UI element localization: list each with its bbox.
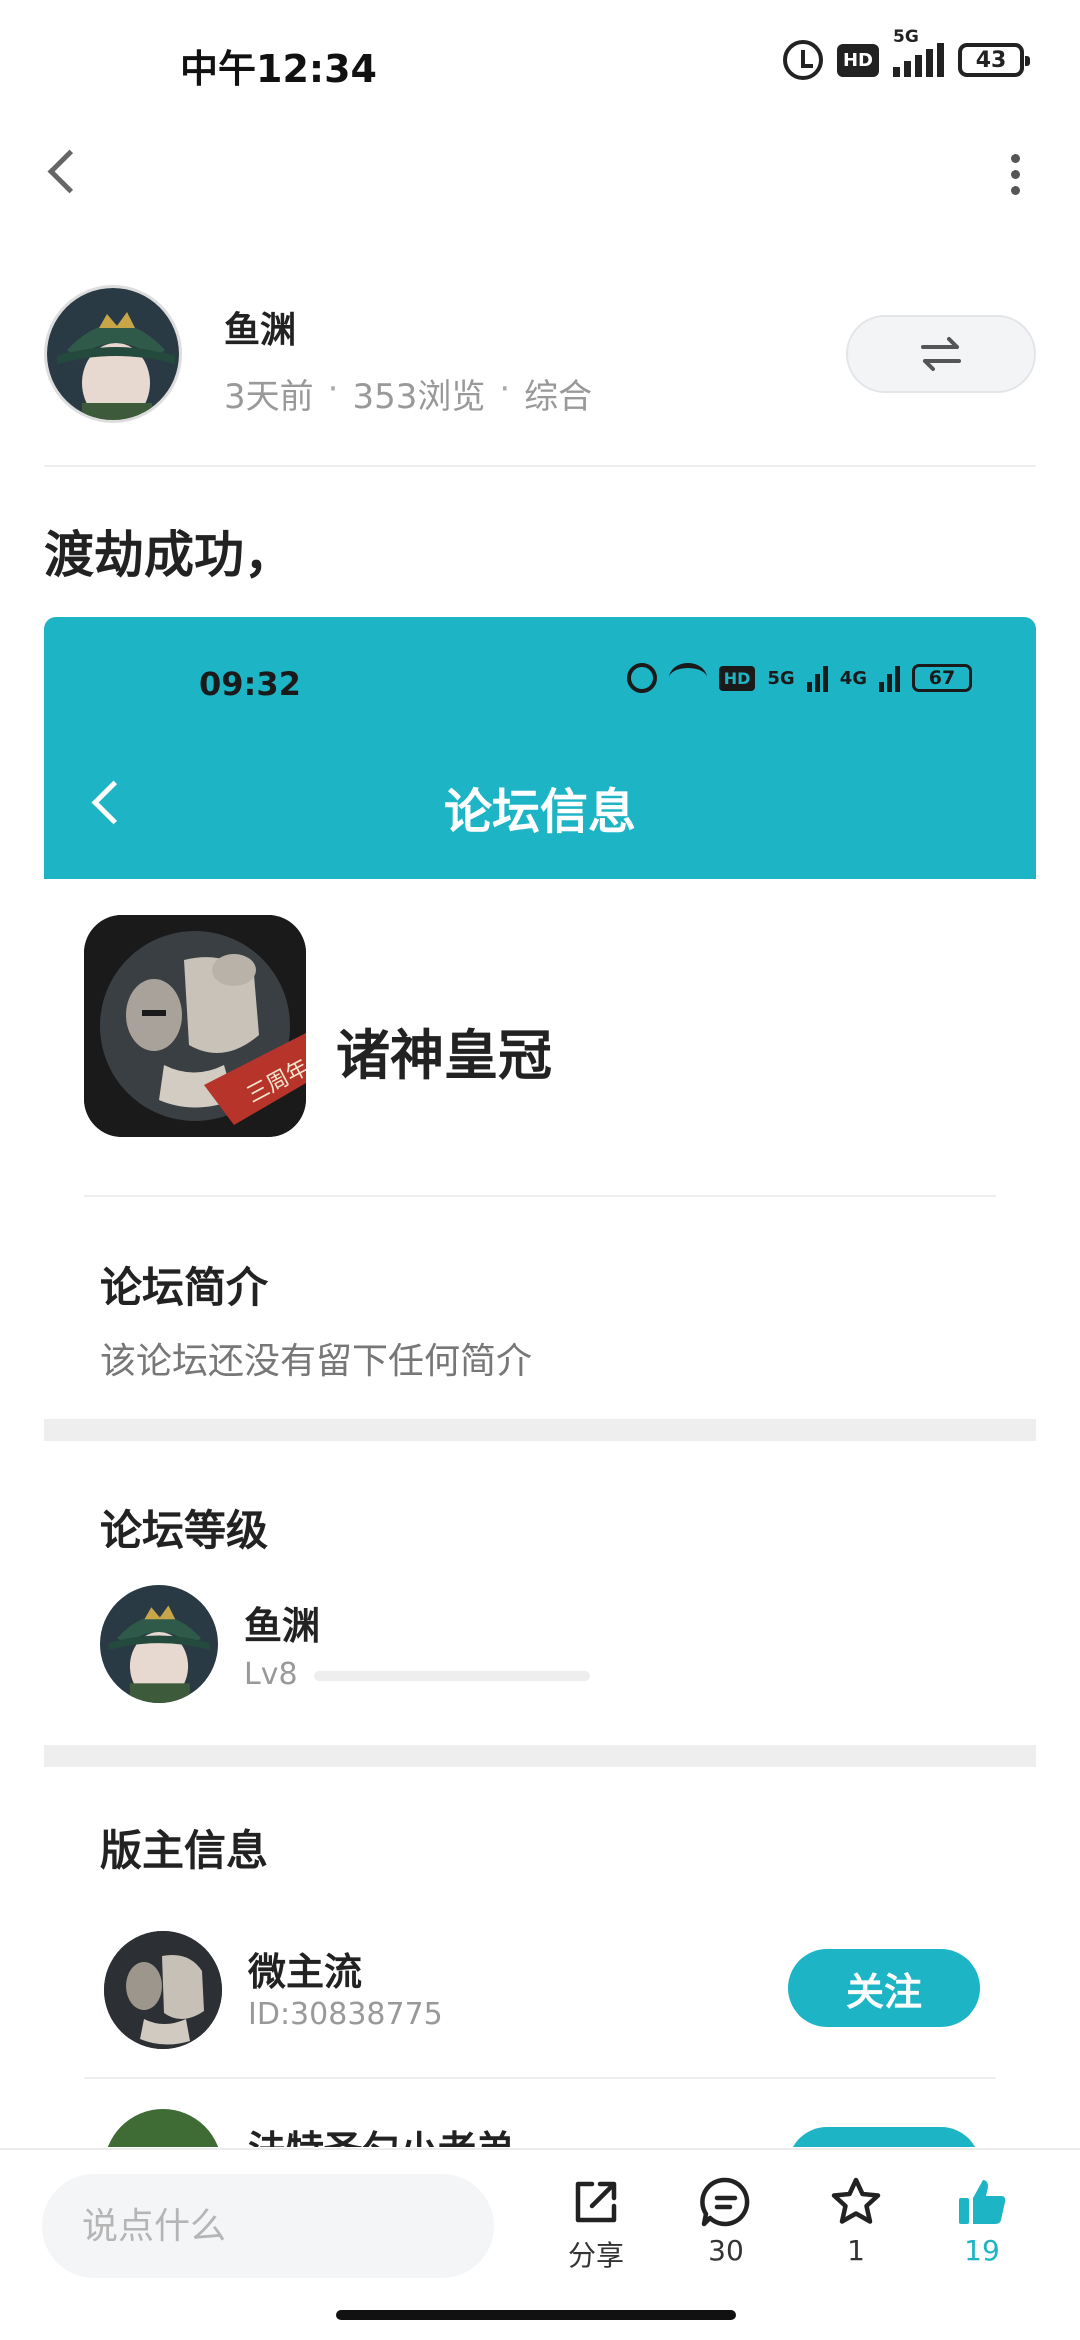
author-header: 鱼渊 3天前 · 353浏览 · 综合 <box>44 285 1036 425</box>
status-time: 中午12:34 <box>180 47 377 91</box>
level-title: 论坛等级 <box>100 1506 269 1555</box>
follow-button: 关注 <box>788 2127 980 2147</box>
meta-separator: · <box>499 369 511 409</box>
hd-badge: HD <box>718 665 756 691</box>
embedded-status-time: 09:32 <box>199 665 301 703</box>
divider <box>44 465 1036 467</box>
thumbs-up-icon <box>959 2180 1006 2224</box>
post-title: 渡劫成功， <box>44 526 294 584</box>
share-button[interactable]: 分享 <box>546 2174 646 2284</box>
home-indicator[interactable] <box>336 2310 736 2320</box>
like-button[interactable]: 19 <box>932 2174 1032 2284</box>
moderator-name: 微主流 <box>248 1950 363 1994</box>
embedded-title: 论坛信息 <box>443 784 636 840</box>
moderator-avatar <box>104 1931 222 2049</box>
divider <box>84 2077 996 2079</box>
star-icon <box>831 2177 881 2224</box>
more-icon[interactable] <box>990 144 1040 204</box>
post-views: 353浏览 <box>352 377 486 417</box>
comment-input[interactable] <box>42 2174 494 2278</box>
swap-button[interactable] <box>846 315 1036 393</box>
battery-indicator: 67 <box>912 664 972 692</box>
status-bar: 中午12:34 HD 5G 43 <box>0 0 1080 120</box>
back-icon[interactable] <box>40 142 100 202</box>
post-meta: 3天前 · 353浏览 · 综合 <box>224 369 592 418</box>
share-icon <box>575 2181 617 2223</box>
hd-badge: HD <box>836 43 879 77</box>
favorite-button[interactable]: 1 <box>806 2174 906 2284</box>
section-separator <box>44 1419 1036 1441</box>
top-nav <box>0 120 1080 230</box>
alarm-icon <box>782 40 823 80</box>
network-label: 5G <box>893 27 919 47</box>
wifi-icon <box>668 663 707 693</box>
author-avatar[interactable] <box>44 285 182 423</box>
signal-icon <box>806 664 828 692</box>
like-count: 19 <box>964 2234 1000 2267</box>
intro-title: 论坛简介 <box>100 1263 269 1312</box>
share-label: 分享 <box>567 2239 624 2272</box>
swap-icon <box>921 337 961 371</box>
author-name[interactable]: 鱼渊 <box>224 301 296 353</box>
level-label: Lv8 <box>244 1657 298 1692</box>
comment-count: 30 <box>708 2234 744 2267</box>
level-avatar <box>100 1585 218 1703</box>
level-user-name: 鱼渊 <box>244 1604 321 1648</box>
post-image[interactable]: 09:32 HD 5G 4G 67 论坛信息 三周年 诸神皇冠 论坛简介 该论坛… <box>44 617 1036 2147</box>
forum-icon: 三周年 <box>84 915 306 1137</box>
forum-name: 诸神皇冠 <box>336 1024 552 1087</box>
mods-title: 版主信息 <box>100 1826 269 1875</box>
post-category[interactable]: 综合 <box>524 369 592 418</box>
moderator-row: 微主流 ID:30838775 关注 <box>44 1931 1036 2081</box>
status-icons: HD 5G 43 <box>782 27 1030 80</box>
comment-button[interactable]: 30 <box>676 2174 776 2284</box>
embedded-status-icons: HD 5G 4G 67 <box>626 663 972 693</box>
forum-info: 三周年 诸神皇冠 <box>44 879 1036 1137</box>
moderator-name: 法特圣匀小老弟 <box>248 2119 514 2147</box>
network-label: 4G <box>839 667 867 689</box>
moderator-avatar <box>104 2109 222 2147</box>
section-separator <box>44 1745 1036 1767</box>
moderator-row: 法特圣匀小老弟 关注 <box>44 2109 1036 2147</box>
battery-indicator: 43 <box>958 43 1030 77</box>
signal-icon <box>879 664 900 692</box>
post-time: 3天前 <box>224 377 314 417</box>
moderator-id: ID:30838775 <box>248 1997 443 2032</box>
divider <box>84 1195 996 1197</box>
favorite-count: 1 <box>847 2234 865 2267</box>
bottom-action-bar: 分享 30 1 19 <box>0 2148 1080 2298</box>
level-progress-bar <box>314 1671 590 1681</box>
comment-icon <box>700 2177 750 2227</box>
alarm-icon <box>626 663 657 693</box>
follow-button: 关注 <box>788 1949 980 2027</box>
signal-icon: 5G <box>893 27 944 77</box>
intro-text: 该论坛还没有留下任何简介 <box>100 1341 533 1382</box>
embedded-header: 09:32 HD 5G 4G 67 论坛信息 <box>44 617 1036 879</box>
meta-separator: · <box>327 369 339 409</box>
network-label: 5G <box>767 667 795 689</box>
